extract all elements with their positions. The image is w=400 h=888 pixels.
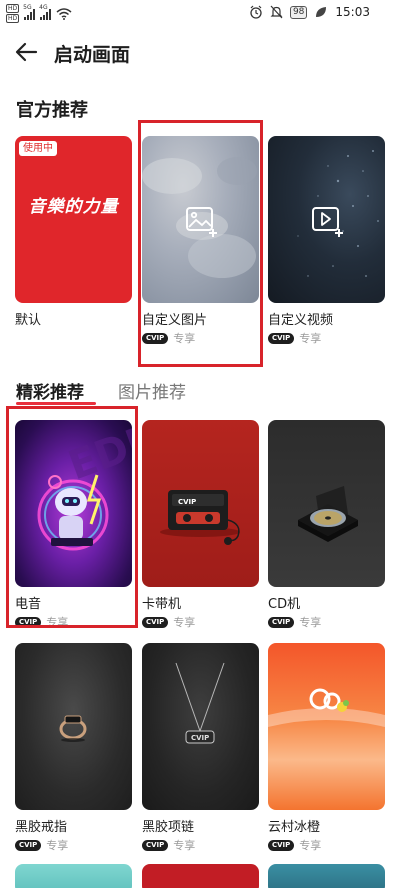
vip-exclusive-text: 专享	[299, 332, 322, 345]
cd-player-cover	[268, 420, 385, 587]
alarm-icon	[250, 5, 262, 19]
status-bar: HD HD 5G 4G 98 15:03	[0, 0, 400, 28]
orange-art	[268, 688, 385, 727]
vinyl-ring-cover	[15, 643, 132, 810]
custom-video-cover	[268, 136, 385, 303]
splash-card-cd-player[interactable]: CD机 CVIP 专享	[268, 420, 385, 629]
cd-player-art	[298, 486, 358, 542]
tab-featured[interactable]: 精彩推荐	[16, 378, 84, 403]
splash-card-vinyl-necklace[interactable]: CVIP 黑胶项链 CVIP 专享	[142, 643, 259, 852]
signal-sim2-icon: 4G	[39, 4, 52, 20]
leaf-icon	[316, 7, 327, 17]
card-name: 云村冰橙	[268, 820, 321, 835]
vip-exclusive-text: 专享	[299, 616, 322, 629]
splash-card-partial-red[interactable]	[142, 864, 259, 888]
vip-exclusive-text: 专享	[46, 839, 69, 852]
hd-sim2-icon: HD	[6, 14, 20, 23]
vip-row: CVIP 专享	[268, 330, 321, 346]
necklace-art: CVIP	[175, 662, 225, 744]
splash-card-vinyl-ring[interactable]: 黑胶戒指 CVIP 专享	[15, 643, 132, 852]
back-arrow-icon[interactable]	[12, 38, 42, 68]
tab-image-recommend[interactable]: 图片推荐	[118, 378, 186, 403]
vip-exclusive-text: 专享	[173, 616, 196, 629]
hd-sim1-icon: HD	[6, 4, 20, 13]
splash-card-cassette[interactable]: CVIP 卡带机 CVIP 专享	[142, 420, 259, 629]
vip-exclusive-text: 专享	[299, 839, 322, 852]
vinyl-necklace-cover: CVIP	[142, 643, 259, 810]
splash-card-partial-blue[interactable]	[268, 864, 385, 888]
vip-row: CVIP 专享	[142, 614, 195, 630]
vip-row: CVIP 专享	[15, 837, 68, 853]
vip-row: CVIP 专享	[142, 837, 195, 853]
card-name: CD机	[268, 597, 301, 612]
battery-icon: 98	[289, 5, 308, 19]
official-section-title: 官方推荐	[16, 100, 88, 121]
default-cover: 使用中 音樂的力量	[15, 136, 132, 303]
in-use-badge: 使用中	[19, 141, 57, 156]
vip-badge: CVIP	[15, 839, 42, 851]
ring-art	[59, 715, 87, 742]
splash-card-cloud-orange[interactable]: 云村冰橙 CVIP 专享	[268, 643, 385, 852]
svg-text:CVIP: CVIP	[191, 734, 209, 742]
status-left: HD HD 5G 4G	[6, 4, 72, 23]
splash-card-partial-teal[interactable]	[15, 864, 132, 888]
vip-badge: CVIP	[268, 839, 295, 851]
cover-slogan: 音樂的力量	[28, 197, 119, 217]
card-name: 卡带机	[142, 597, 182, 612]
header: 启动画面	[0, 28, 400, 80]
video-add-icon	[312, 207, 343, 237]
card-name: 黑胶戒指	[15, 820, 68, 835]
highlight-box-electronic	[6, 406, 138, 628]
cassette-art: CVIP	[160, 490, 240, 545]
highlight-box-custom-image	[138, 120, 263, 367]
vip-badge: CVIP	[142, 616, 169, 628]
signal-sim1-icon: 5G	[23, 4, 36, 20]
tab-active-indicator	[16, 402, 96, 405]
cloud-orange-cover	[268, 643, 385, 810]
svg-text:CVIP: CVIP	[178, 498, 196, 506]
vip-exclusive-text: 专享	[173, 839, 196, 852]
mute-bell-icon	[270, 5, 283, 19]
vip-badge: CVIP	[268, 616, 295, 628]
card-name: 黑胶项链	[142, 820, 195, 835]
splash-screen-settings-page: HD HD 5G 4G 98 15:03 启动画面 官方推荐 使用中 音樂的力量…	[0, 0, 400, 888]
vip-badge: CVIP	[142, 839, 169, 851]
cassette-cover: CVIP	[142, 420, 259, 587]
vip-badge: CVIP	[268, 332, 295, 344]
page-title: 启动画面	[54, 44, 131, 66]
card-name: 自定义视频	[268, 313, 334, 328]
clock: 15:03	[335, 5, 370, 19]
splash-card-default[interactable]: 使用中 音樂的力量 默认	[15, 136, 132, 328]
vip-row: CVIP 专享	[268, 837, 321, 853]
splash-card-custom-video[interactable]: 自定义视频 CVIP 专享	[268, 136, 385, 345]
vip-row: CVIP 专享	[268, 614, 321, 630]
wifi-icon	[56, 7, 72, 20]
card-name: 默认	[15, 313, 42, 328]
status-right: 98 15:03	[249, 5, 370, 19]
